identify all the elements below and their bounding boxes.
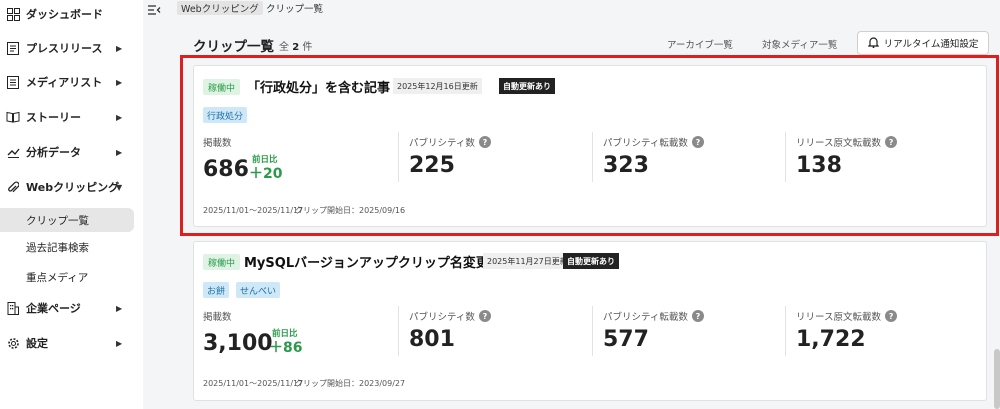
sidebar-item-label: 設定 — [26, 337, 48, 350]
sidebar-subitem-label: クリップ一覧 — [26, 214, 89, 227]
clip-start-date: クリップ開始日：2023/09/27 — [295, 379, 406, 388]
sidebar-item-dashboard[interactable]: ダッシュボード — [0, 0, 143, 31]
help-icon[interactable]: ? — [691, 310, 704, 322]
building-icon — [6, 301, 20, 315]
sidebar-subitem-past-article-search[interactable]: 過去記事検索 — [0, 235, 134, 259]
stat-divider — [398, 306, 399, 356]
sidebar-subitem-clip-list[interactable]: クリップ一覧 — [0, 208, 134, 232]
chevron-right-icon: ▶ — [116, 112, 123, 122]
help-icon[interactable]: ? — [691, 136, 704, 148]
help-icon[interactable]: ? — [478, 310, 491, 322]
clip-start-date: クリップ開始日：2025/09/16 — [295, 206, 406, 215]
updated-date: 2025年11月27日更新 — [483, 253, 572, 269]
gear-icon — [6, 336, 20, 350]
target-media-list-link[interactable]: 対象メディア一覧 — [762, 37, 837, 51]
archive-list-link[interactable]: アーカイブ一覧 — [667, 37, 733, 51]
clip-card[interactable]: 稼働中 「行政処分」を含む記事 2025年12月16日更新 自動更新あり 行政処… — [193, 65, 987, 227]
day-over-day-value: ＋86 — [269, 340, 303, 356]
stat-divider — [785, 132, 786, 182]
paperclip-icon — [6, 180, 20, 194]
auto-update-badge: 自動更新あり — [499, 78, 555, 94]
listed-count-label: 掲載数 — [203, 312, 232, 323]
realtime-notification-label: リアルタイム通知設定 — [883, 39, 979, 50]
updated-date: 2025年12月16日更新 — [393, 78, 482, 94]
sidebar-subitem-label: 過去記事検索 — [26, 241, 89, 254]
keyword-tag: お餅 — [203, 282, 230, 298]
chevron-right-icon: ▶ — [116, 77, 123, 87]
sidebar-item-label: プレスリリース — [26, 42, 103, 55]
clip-count: 全 2 件 — [279, 38, 312, 53]
clip-period: 2025/11/01～2025/11/17 — [203, 379, 304, 388]
publicity-count-label: パブリシティ数? — [409, 135, 491, 149]
sidebar-item-label: ダッシュボード — [26, 8, 103, 21]
clip-period: 2025/11/01～2025/11/17 — [203, 206, 304, 215]
document-icon — [6, 41, 20, 55]
stat-divider — [592, 132, 593, 182]
status-badge: 稼働中 — [203, 254, 241, 270]
chevron-down-icon: ▼ — [116, 182, 123, 192]
sidebar-item-story[interactable]: ストーリー ▶ — [0, 100, 143, 134]
clip-title[interactable]: 「行政処分」を含む記事 — [247, 77, 390, 96]
realtime-notification-button[interactable]: リアルタイム通知設定 — [857, 31, 989, 55]
bell-icon — [867, 36, 880, 51]
auto-update-badge: 自動更新あり — [563, 253, 619, 269]
keyword-tag: 行政処分 — [203, 107, 248, 123]
sidebar-item-company-page[interactable]: 企業ページ ▶ — [0, 291, 143, 325]
sidebar-item-analytics[interactable]: 分析データ ▶ — [0, 135, 143, 169]
sidebar-subitem-label: 重点メディア — [26, 271, 89, 284]
clip-card[interactable]: 稼働中 MySQLバージョンアップクリップ名変更 2025年11月27日更新 自… — [193, 241, 987, 401]
publicity-reprint-value: 577 — [603, 327, 649, 352]
sidebar-item-media-list[interactable]: メディアリスト ▶ — [0, 65, 143, 99]
publicity-count-value: 801 — [409, 327, 455, 352]
sidebar-item-label: 分析データ — [26, 146, 81, 159]
chevron-right-icon: ▶ — [116, 43, 123, 53]
sidebar-item-label: メディアリスト — [26, 76, 103, 89]
sidebar-item-settings[interactable]: 設定 ▶ — [0, 326, 143, 360]
chevron-right-icon: ▶ — [116, 338, 123, 348]
publicity-reprint-value: 323 — [603, 153, 649, 178]
keyword-tag: せんべい — [236, 282, 281, 298]
release-reprint-value: 1,722 — [796, 327, 866, 352]
sidebar-item-label: Webクリッピング — [26, 181, 120, 194]
breadcrumb-current: クリップ一覧 — [266, 4, 324, 15]
help-icon[interactable]: ? — [885, 136, 898, 148]
stat-divider — [398, 132, 399, 182]
sidebar-item-press-release[interactable]: プレスリリース ▶ — [0, 31, 143, 65]
book-icon — [6, 110, 20, 124]
listed-count-value: 3,100 — [203, 331, 273, 356]
publicity-count-value: 225 — [409, 153, 455, 178]
listed-count-label: 掲載数 — [203, 138, 232, 149]
breadcrumb-parent[interactable]: Webクリッピング — [177, 1, 263, 15]
sidebar-item-label: 企業ページ — [26, 302, 81, 315]
chevron-right-icon: ▶ — [116, 147, 123, 157]
count-value: 2 — [292, 42, 300, 53]
list-icon — [6, 75, 20, 89]
stat-divider — [592, 306, 593, 356]
clip-title[interactable]: MySQLバージョンアップクリップ名変更 — [244, 252, 489, 271]
sidebar-item-web-clipping[interactable]: Webクリッピング ▼ — [0, 170, 143, 204]
scrollbar[interactable] — [994, 349, 1000, 409]
listed-count-value: 686 — [203, 157, 249, 182]
release-reprint-label: リリース原文転載数? — [796, 309, 898, 323]
count-suffix: 件 — [302, 42, 313, 53]
count-prefix: 全 — [279, 42, 289, 53]
dashboard-icon — [6, 7, 20, 21]
help-icon[interactable]: ? — [885, 310, 898, 322]
publicity-count-label: パブリシティ数? — [409, 309, 491, 323]
release-reprint-value: 138 — [796, 153, 842, 178]
release-reprint-label: リリース原文転載数? — [796, 135, 898, 149]
day-over-day-value: ＋20 — [249, 166, 283, 182]
page-title: クリップ一覧 — [193, 39, 274, 55]
chart-icon — [6, 145, 20, 159]
stat-divider — [785, 306, 786, 356]
chevron-right-icon: ▶ — [116, 303, 123, 313]
sidebar-item-label: ストーリー — [26, 111, 81, 124]
publicity-reprint-label: パブリシティ転載数? — [603, 309, 704, 323]
help-icon[interactable]: ? — [478, 136, 491, 148]
status-badge: 稼働中 — [203, 79, 241, 95]
sidebar-subitem-priority-media[interactable]: 重点メディア — [0, 265, 134, 289]
sidebar: ダッシュボード プレスリリース ▶ メディアリスト ▶ ストーリー ▶ 分析デー… — [0, 0, 143, 409]
collapse-sidebar-icon[interactable] — [147, 1, 163, 15]
publicity-reprint-label: パブリシティ転載数? — [603, 135, 704, 149]
